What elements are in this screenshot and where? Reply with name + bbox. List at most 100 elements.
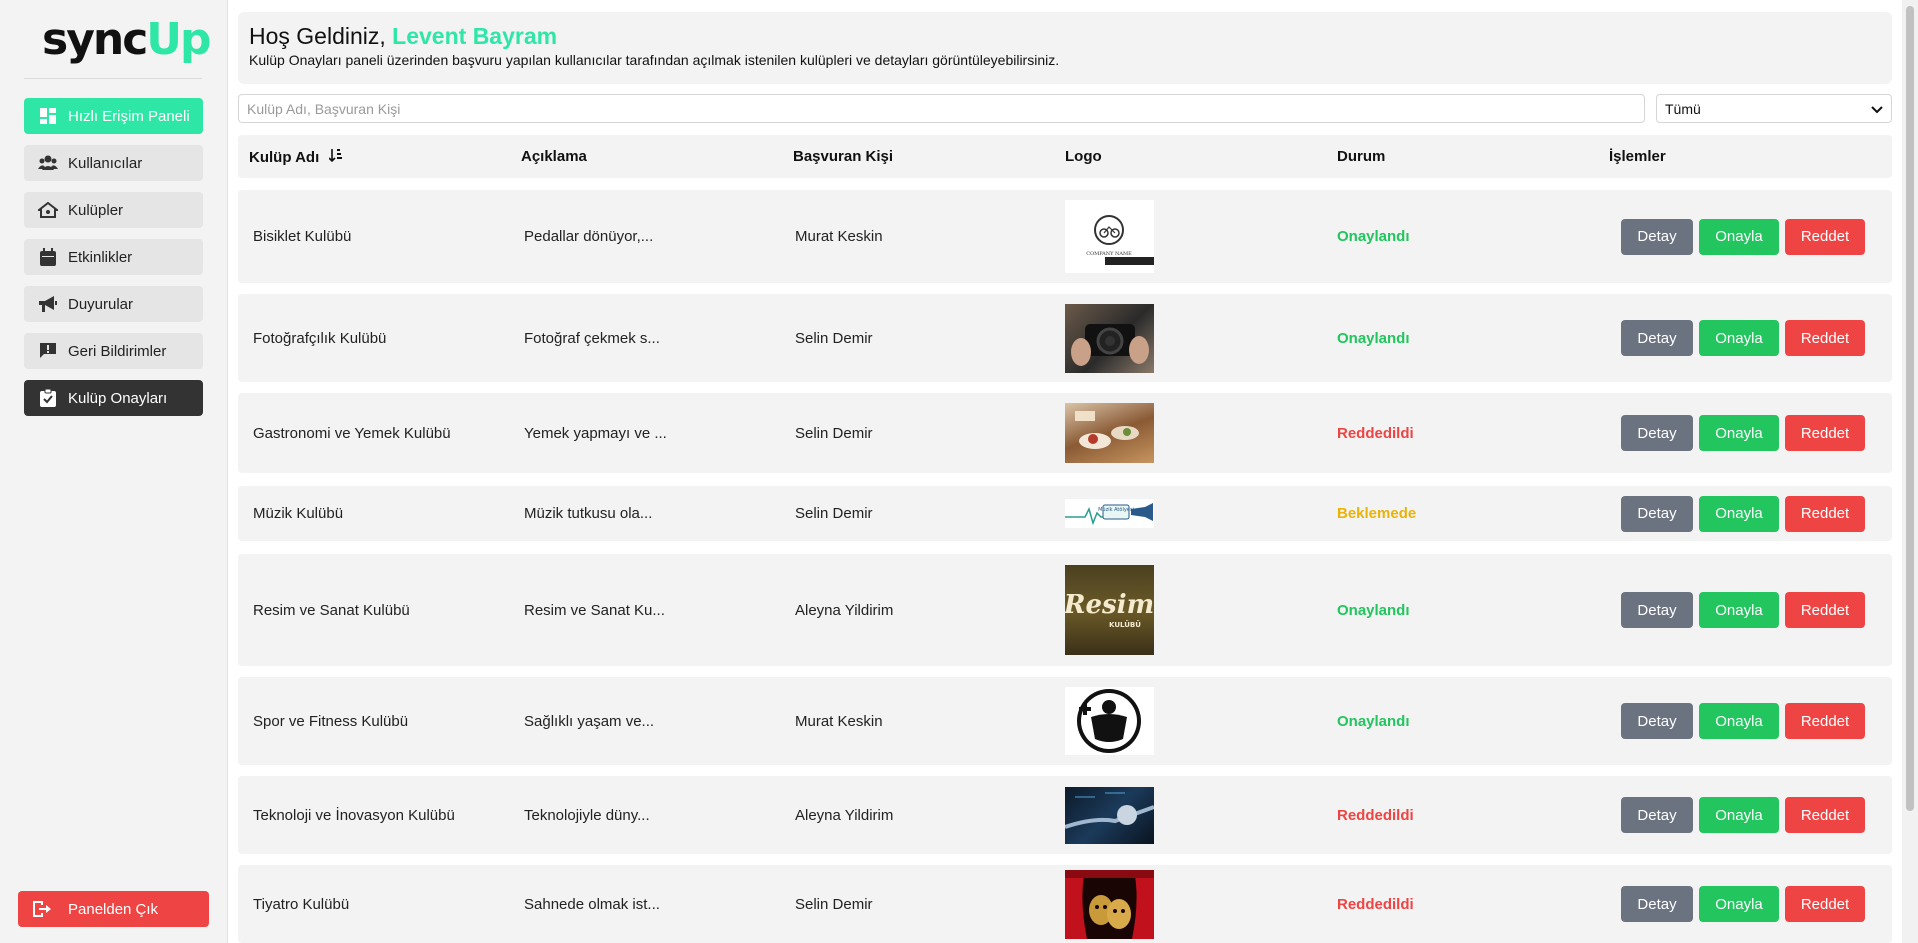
approve-button[interactable]: Onayla [1699, 495, 1779, 532]
approve-button[interactable]: Onayla [1699, 320, 1779, 356]
reject-button[interactable]: Reddet [1785, 495, 1865, 532]
detail-button[interactable]: Detay [1621, 320, 1693, 356]
row-actions: Detay Onayla Reddet [1593, 797, 1892, 833]
tech-photo [1065, 786, 1154, 844]
table-row: Teknoloji ve İnovasyon Kulübü Teknolojiy… [238, 776, 1892, 854]
search-input[interactable] [238, 94, 1645, 123]
sidebar-item-label: Hızlı Erişim Paneli [68, 107, 190, 125]
club-name: Resim ve Sanat Kulübü [253, 601, 410, 619]
applicant-name: Murat Keskin [795, 228, 883, 245]
syncup-logo[interactable]: syncUp [42, 14, 212, 66]
logo-text-sync: sync [42, 14, 148, 65]
clipboard-check-icon [38, 388, 58, 408]
logo-cell [1051, 303, 1322, 373]
page-scrollbar[interactable] [1902, 0, 1918, 943]
fitness-logo [1065, 687, 1154, 755]
megaphone-icon [38, 294, 58, 314]
table-header: Kulüp Adı Açıklama Başvuran Kişi Logo Du… [238, 135, 1892, 178]
approve-button[interactable]: Onayla [1699, 592, 1779, 628]
club-name: Tiyatro Kulübü [253, 895, 350, 913]
column-header-applicant: Başvuran Kişi [793, 148, 894, 165]
dashboard-icon [38, 106, 58, 126]
club-name: Fotoğrafçılık Kulübü [253, 329, 387, 347]
reject-button[interactable]: Reddet [1785, 592, 1865, 628]
sidebar-item-users[interactable]: Kullanıcılar [24, 145, 203, 181]
main-content: Hoş Geldiniz, Levent Bayram Kulüp Onayla… [238, 0, 1892, 943]
club-description: Fotoğraf çekmek s... [524, 329, 660, 347]
status-badge: Reddedildi [1337, 895, 1414, 913]
art-logo-subtext: KULÜBÜ [1109, 620, 1141, 629]
approve-button[interactable]: Onayla [1699, 218, 1779, 255]
sidebar-item-label: Duyurular [68, 295, 134, 313]
status-badge: Reddedildi [1337, 806, 1414, 824]
club-name: Spor ve Fitness Kulübü [253, 712, 409, 730]
logo-cell [1051, 786, 1322, 844]
approve-button[interactable]: Onayla [1699, 703, 1779, 739]
applicant-name: Murat Keskin [795, 712, 883, 730]
logo-cell [1051, 403, 1322, 463]
row-actions: Detay Onayla Reddet [1593, 592, 1892, 628]
logout-icon [32, 899, 52, 919]
approve-button[interactable]: Onayla [1699, 797, 1779, 833]
music-logo-text: Müzik Atölyesi [1098, 507, 1134, 513]
reject-button[interactable]: Reddet [1785, 218, 1865, 255]
status-filter-select[interactable]: Tümü [1656, 94, 1892, 123]
user-name: Levent Bayram [392, 23, 558, 49]
logo-cell: COMPANY NAME [1051, 200, 1322, 273]
sidebar-item-club-approvals[interactable]: Kulüp Onayları [24, 380, 203, 416]
status-badge: Onaylandı [1337, 329, 1410, 347]
row-actions: Detay Onayla Reddet [1593, 415, 1892, 451]
detail-button[interactable]: Detay [1621, 703, 1693, 739]
reject-button[interactable]: Reddet [1785, 797, 1865, 833]
sidebar-item-label: Kulüp Onayları [68, 389, 168, 407]
table-row: Fotoğrafçılık Kulübü Fotoğraf çekmek s..… [238, 294, 1892, 382]
club-description: Sahnede olmak ist... [524, 895, 660, 913]
detail-button[interactable]: Detay [1621, 218, 1693, 255]
sidebar-item-announcements[interactable]: Duyurular [24, 286, 203, 322]
club-description: Müzik tutkusu ola... [524, 505, 653, 522]
page-title: Hoş Geldiniz, Levent Bayram [249, 22, 1881, 50]
column-header-club-name[interactable]: Kulüp Adı [238, 148, 510, 166]
reject-button[interactable]: Reddet [1785, 320, 1865, 356]
detail-button[interactable]: Detay [1621, 797, 1693, 833]
club-description: Resim ve Sanat Ku... [524, 601, 665, 619]
sidebar-item-clubs[interactable]: Kulüpler [24, 192, 203, 228]
scrollbar-thumb[interactable] [1906, 6, 1914, 811]
approve-button[interactable]: Onayla [1699, 415, 1779, 451]
club-name: Teknoloji ve İnovasyon Kulübü [253, 806, 455, 824]
logout-button[interactable]: Panelden Çık [18, 891, 209, 927]
bicycle-logo-text: COMPANY NAME [1086, 251, 1132, 257]
art-logo: Resim KULÜBÜ [1065, 565, 1154, 655]
reject-button[interactable]: Reddet [1785, 415, 1865, 451]
sidebar-item-quick-access[interactable]: Hızlı Erişim Paneli [24, 98, 203, 134]
sidebar-nav: Hızlı Erişim Paneli Kullanıcılar Kulüple… [24, 98, 203, 427]
bicycle-logo: COMPANY NAME [1065, 200, 1154, 273]
approve-button[interactable]: Onayla [1699, 886, 1779, 922]
sidebar-item-label: Geri Bildirimler [68, 342, 167, 360]
status-badge: Onaylandı [1337, 601, 1410, 619]
detail-button[interactable]: Detay [1621, 886, 1693, 922]
club-description: Yemek yapmayı ve ... [524, 424, 667, 442]
reject-button[interactable]: Reddet [1785, 703, 1865, 739]
sidebar-divider [24, 78, 202, 79]
detail-button[interactable]: Detay [1621, 415, 1693, 451]
table-row: Resim ve Sanat Kulübü Resim ve Sanat Ku.… [238, 554, 1892, 666]
row-actions: Detay Onayla Reddet [1593, 495, 1892, 532]
sort-icon[interactable] [328, 148, 343, 166]
logo-cell: Müzik Atölyesi [1051, 499, 1322, 528]
theatre-masks [1065, 869, 1154, 939]
reject-button[interactable]: Reddet [1785, 886, 1865, 922]
status-badge: Onaylandı [1337, 712, 1410, 730]
club-name: Müzik Kulübü [253, 505, 344, 522]
detail-button[interactable]: Detay [1621, 495, 1693, 532]
row-actions: Detay Onayla Reddet [1593, 886, 1892, 922]
sidebar-item-events[interactable]: Etkinlikler [24, 239, 203, 275]
applicant-name: Selin Demir [795, 505, 873, 522]
row-actions: Detay Onayla Reddet [1593, 320, 1892, 356]
applicant-name: Aleyna Yildirim [795, 601, 894, 619]
club-description: Teknolojiyle düny... [524, 806, 650, 824]
sidebar-item-feedback[interactable]: Geri Bildirimler [24, 333, 203, 369]
art-logo-text: Resim [1065, 590, 1154, 620]
table-row: Tiyatro Kulübü Sahnede olmak ist... Seli… [238, 865, 1892, 943]
detail-button[interactable]: Detay [1621, 592, 1693, 628]
